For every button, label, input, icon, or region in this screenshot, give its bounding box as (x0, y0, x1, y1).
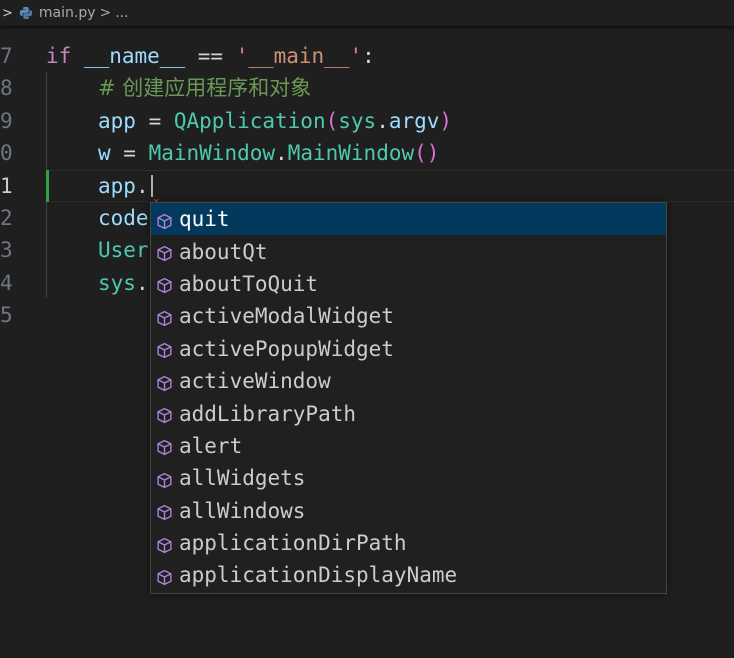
code-text[interactable]: # 创建应用程序和对象 (98, 72, 311, 104)
suggestion-item[interactable]: aboutToQuit (151, 268, 666, 300)
method-icon (156, 502, 173, 521)
suggestion-widget: quit aboutQt aboutToQuit activeModalWidget a… (150, 202, 667, 594)
module-name: MainWindow (148, 141, 276, 165)
bracket: ) (439, 109, 453, 133)
keyword: if (46, 44, 72, 68)
suggestion-item[interactable]: aboutQt (151, 235, 666, 267)
line-number: 8 (0, 76, 13, 100)
suggestion-label: activeWindow (179, 369, 331, 394)
chevron-right-icon[interactable]: > (2, 6, 13, 21)
method-icon (156, 275, 173, 294)
suggestion-label: quit (179, 207, 230, 232)
suggestion-label: alert (179, 433, 243, 458)
suggestion-label: applicationDirPath (179, 531, 407, 556)
method-icon (156, 567, 173, 586)
suggestion-item[interactable]: addLibraryPath (151, 397, 666, 429)
line-number: 9 (0, 109, 13, 133)
suggestion-label: activeModalWidget (179, 304, 394, 329)
suggestion-item[interactable]: activePopupWidget (151, 333, 666, 365)
suggestion-item[interactable]: activeModalWidget (151, 300, 666, 332)
code-line: 8 # 创建应用程序和对象 (0, 72, 734, 104)
method-icon (156, 243, 173, 262)
code-text[interactable]: User (98, 234, 149, 266)
suggestion-item[interactable]: allWidgets (151, 462, 666, 494)
suggestion-item[interactable]: allWindows (151, 495, 666, 527)
line-number: 3 (0, 238, 13, 262)
line-number: 4 (0, 271, 13, 295)
bracket: ( (325, 109, 339, 133)
identifier: __name__ (83, 44, 186, 68)
suggestion-label: addLibraryPath (179, 401, 357, 426)
identifier: app (98, 109, 136, 133)
suggestion-label: allWindows (179, 498, 306, 523)
method-icon (156, 340, 173, 359)
breadcrumb-rest[interactable]: ... (115, 5, 128, 21)
code-text[interactable]: app. (98, 170, 149, 202)
operator: = (135, 109, 174, 133)
method-icon (156, 470, 173, 488)
punctuation: . (275, 141, 288, 165)
suggestion-item[interactable]: quit (151, 203, 666, 236)
code-text[interactable]: code (98, 202, 149, 234)
code-line: 7 if __name__ == '__main__': (0, 40, 734, 72)
suggestion-item[interactable]: applicationDirPath (151, 527, 666, 559)
string-literal: '__main__' (235, 44, 363, 68)
method-icon (156, 535, 173, 553)
code-text[interactable]: sys. (98, 267, 149, 299)
suggestion-label: applicationDisplayName (179, 563, 458, 588)
comment: # 创建应用程序和对象 (98, 76, 312, 100)
code-line: 9 app = QApplication(sys.argv) (0, 105, 734, 137)
suggestion-label: allWidgets (179, 466, 306, 491)
code-line-current: 1 app. (0, 170, 734, 202)
suggestion-label: aboutQt (179, 239, 268, 264)
class-name: QApplication (173, 109, 326, 133)
punctuation: . (376, 109, 389, 133)
code-text[interactable]: if __name__ == '__main__': (46, 40, 375, 72)
line-number: 7 (0, 44, 13, 68)
identifier: app (98, 174, 136, 198)
identifier: argv (388, 109, 440, 133)
module-name: sys (338, 109, 377, 133)
punctuation: . (135, 174, 149, 198)
method-icon (156, 211, 173, 229)
line-number: 0 (0, 141, 13, 165)
bracket: () (414, 141, 440, 165)
line-number: 2 (0, 206, 13, 230)
code-text[interactable]: app = QApplication(sys.argv) (98, 105, 452, 137)
code-line: 0 w = MainWindow.MainWindow() (0, 137, 734, 169)
breadcrumb-file[interactable]: main.py (39, 5, 96, 21)
punctuation: : (362, 44, 375, 68)
identifier: code (98, 206, 149, 230)
module-name: sys (98, 271, 136, 295)
method-icon (156, 373, 173, 391)
method-icon (156, 308, 173, 326)
breadcrumb: > main.py > ... (0, 0, 734, 26)
identifier: w (98, 141, 111, 165)
line-number: 5 (0, 303, 13, 327)
suggestion-label: aboutToQuit (179, 271, 319, 296)
punctuation: . (135, 271, 149, 295)
code-text[interactable]: w = MainWindow.MainWindow() (98, 137, 439, 169)
method-icon (156, 437, 173, 456)
suggestion-item[interactable]: alert (151, 430, 666, 462)
line-number: 1 (0, 174, 13, 198)
operator: = (110, 141, 149, 165)
suggestion-item[interactable]: applicationDisplayName (151, 559, 666, 591)
suggestion-item[interactable]: activeWindow (151, 365, 666, 397)
suggestion-label: activePopupWidget (179, 336, 394, 361)
class-name: User (98, 238, 149, 262)
method-icon (156, 405, 173, 424)
python-file-icon (19, 6, 33, 20)
breadcrumb-separator: > (99, 5, 112, 21)
operator: == (185, 44, 236, 68)
class-name: MainWindow (287, 141, 415, 165)
